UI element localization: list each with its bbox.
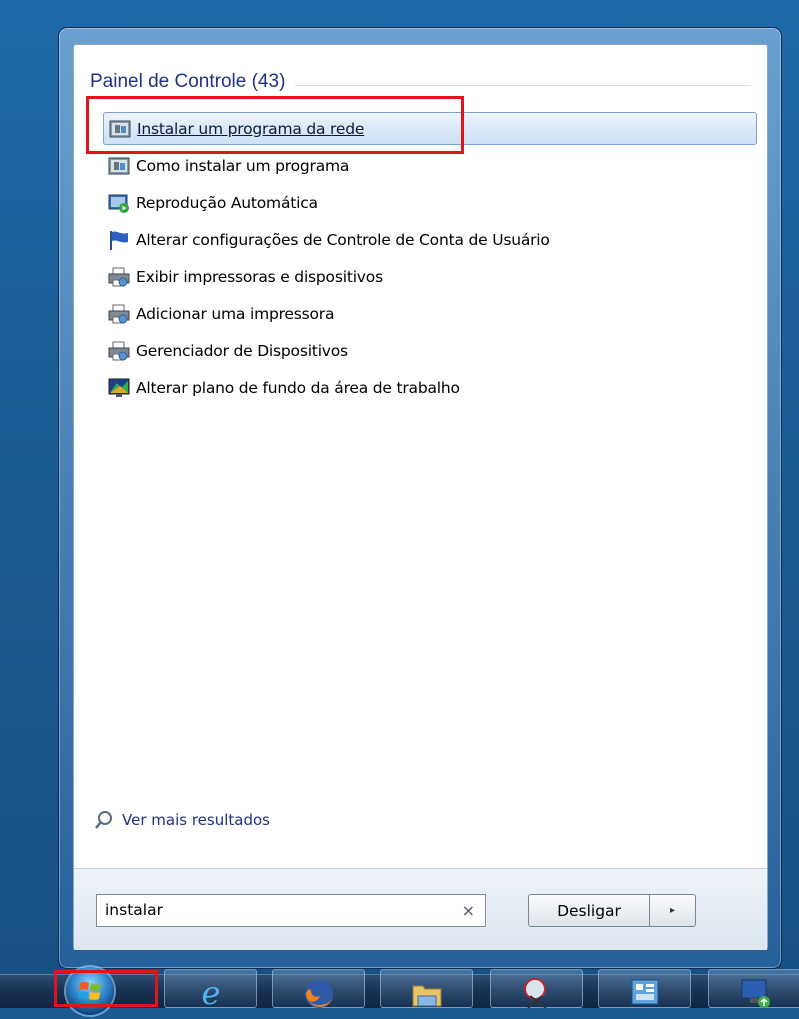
- search-input[interactable]: instalar ×: [96, 894, 486, 927]
- search-icon: [94, 810, 114, 830]
- result-label: Adicionar uma impressora: [136, 304, 335, 323]
- svg-text:e: e: [201, 976, 220, 1010]
- result-item-install-network-program[interactable]: Instalar um programa da rede: [103, 112, 757, 145]
- result-label: Instalar um programa da rede: [137, 119, 365, 138]
- file-explorer-icon: [412, 985, 441, 1007]
- result-label: Reprodução Automática: [136, 193, 318, 212]
- start-orb[interactable]: [66, 967, 114, 1015]
- result-item-device-manager[interactable]: Gerenciador de Dispositivos: [103, 334, 757, 367]
- result-label: Gerenciador de Dispositivos: [136, 341, 348, 360]
- search-results-pane: Painel de Controle (43) Instalar um prog…: [73, 44, 768, 950]
- result-label: Como instalar um programa: [136, 156, 350, 175]
- taskbar-control-panel[interactable]: [598, 969, 691, 1008]
- result-label: Exibir impressoras e dispositivos: [136, 267, 383, 286]
- section-header: Painel de Controle (43): [90, 71, 751, 97]
- desktop-background-icon: [108, 377, 130, 399]
- printer-icon: [108, 266, 130, 288]
- result-item-desktop-background[interactable]: Alterar plano de fundo da área de trabal…: [103, 371, 757, 404]
- program-install-icon: [108, 155, 130, 177]
- search-bar: instalar × Desligar ▸: [74, 868, 767, 950]
- uac-flag-icon: [108, 229, 130, 251]
- shutdown-options-arrow-icon[interactable]: ▸: [650, 894, 696, 927]
- shutdown-button[interactable]: Desligar: [528, 894, 650, 927]
- internet-explorer-icon: e: [201, 976, 220, 1010]
- result-item-how-to-install[interactable]: Como instalar um programa: [103, 149, 757, 182]
- result-item-uac-settings[interactable]: Alterar configurações de Controle de Con…: [103, 223, 757, 256]
- shutdown-group: Desligar ▸: [528, 894, 696, 927]
- section-title[interactable]: Painel de Controle (43): [90, 71, 296, 93]
- see-more-results-link[interactable]: Ver mais resultados: [94, 810, 270, 830]
- snipping-tool-icon: [523, 978, 547, 1009]
- printer-icon: [108, 303, 130, 325]
- clear-search-icon[interactable]: ×: [462, 901, 475, 920]
- program-install-icon: [109, 118, 131, 140]
- remote-desktop-icon: [741, 979, 770, 1008]
- taskbar-internet-explorer[interactable]: e: [164, 969, 257, 1010]
- taskbar-remote-desktop[interactable]: [708, 969, 799, 1008]
- see-more-results-label: Ver mais resultados: [122, 811, 270, 829]
- taskbar: e: [0, 967, 799, 1015]
- taskbar-snipping-tool[interactable]: [490, 969, 583, 1009]
- result-label: Alterar configurações de Controle de Con…: [136, 230, 550, 249]
- autoplay-icon: [108, 192, 130, 214]
- windows-logo-icon: [78, 981, 101, 1000]
- search-query-text: instalar: [105, 901, 163, 919]
- result-item-add-printer[interactable]: Adicionar uma impressora: [103, 297, 757, 330]
- taskbar-file-explorer[interactable]: [380, 969, 473, 1008]
- result-item-autoplay[interactable]: Reprodução Automática: [103, 186, 757, 219]
- result-label: Alterar plano de fundo da área de trabal…: [136, 378, 460, 397]
- taskbar-firefox[interactable]: [272, 969, 365, 1008]
- result-item-printers-devices[interactable]: Exibir impressoras e dispositivos: [103, 260, 757, 293]
- printer-icon: [108, 340, 130, 362]
- firefox-icon: [304, 980, 333, 1008]
- control-panel-icon: [631, 979, 658, 1005]
